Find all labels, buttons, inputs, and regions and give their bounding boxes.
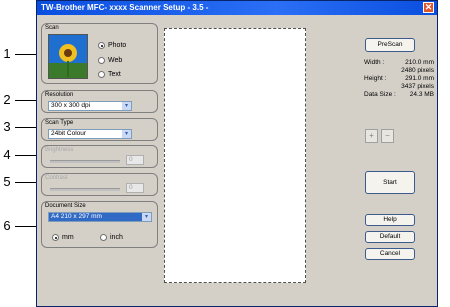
- callout-4: 4: [3, 147, 11, 162]
- document-size-value: A4 210 x 297 mm: [51, 213, 102, 220]
- width-mm: 210.0 mm: [405, 59, 434, 66]
- size-value: 24.3 MB: [409, 91, 434, 98]
- brightness-slider[interactable]: [50, 160, 120, 163]
- brightness-group: Brightness 0: [41, 145, 158, 168]
- callout-3: 3: [3, 119, 11, 134]
- chevron-down-icon: ▾: [142, 213, 151, 221]
- callout-6: 6: [3, 218, 11, 233]
- radio-mm-label: mm: [62, 234, 74, 241]
- scanner-setup-window: TW-Brother MFC- xxxx Scanner Setup - 3.5…: [36, 0, 438, 307]
- radio-text-label: Text: [108, 71, 121, 78]
- height-label: Height :: [364, 75, 387, 82]
- contrast-value[interactable]: 0: [126, 183, 144, 193]
- start-button[interactable]: Start: [365, 171, 415, 194]
- document-size-label: Document Size: [45, 203, 86, 209]
- scan-label: Scan: [45, 25, 59, 31]
- chevron-down-icon: ▾: [122, 130, 131, 138]
- contrast-slider[interactable]: [50, 188, 120, 191]
- preview-area[interactable]: [164, 28, 306, 283]
- radio-photo-label: Photo: [108, 42, 127, 49]
- photo-thumbnail-icon: [48, 34, 88, 79]
- document-size-group: Document Size A4 210 x 297 mm ▾ mm inch: [41, 201, 158, 248]
- chevron-down-icon: ▾: [122, 102, 131, 110]
- window-title: TW-Brother MFC- xxxx Scanner Setup - 3.5…: [41, 3, 209, 12]
- callout-2: 2: [3, 92, 11, 107]
- width-label: Width :: [364, 59, 385, 66]
- zoom-out-icon[interactable]: −: [381, 129, 394, 143]
- title-bar: TW-Brother MFC- xxxx Scanner Setup - 3.5…: [37, 1, 437, 15]
- radio-web[interactable]: Web: [98, 57, 122, 64]
- contrast-group: Contrast 0: [41, 173, 158, 196]
- prescan-button[interactable]: PreScan: [365, 38, 415, 52]
- radio-photo[interactable]: Photo: [98, 42, 126, 49]
- close-button[interactable]: ✕: [423, 2, 434, 13]
- scan-type-label: Scan Type: [45, 120, 74, 126]
- cancel-button[interactable]: Cancel: [365, 248, 415, 260]
- scan-group: Scan Photo Web Text: [41, 23, 158, 84]
- default-button[interactable]: Default: [365, 231, 415, 243]
- scan-type-group: Scan Type 24bit Colour ▾: [41, 118, 158, 141]
- resolution-select[interactable]: 300 x 300 dpi ▾: [48, 101, 132, 111]
- radio-inch[interactable]: inch: [100, 234, 123, 241]
- radio-web-dot: [98, 57, 105, 64]
- width-px: 2480 pixels: [401, 67, 434, 74]
- document-size-select[interactable]: A4 210 x 297 mm ▾: [48, 212, 152, 222]
- width-row: Width : 210.0 mm: [364, 59, 434, 67]
- resolution-label: Resolution: [45, 92, 74, 98]
- height-px: 3437 pixels: [401, 83, 434, 90]
- resolution-value: 300 x 300 dpi: [51, 102, 91, 109]
- callout-5: 5: [3, 174, 11, 189]
- scan-type-value: 24bit Colour: [51, 130, 87, 137]
- radio-text[interactable]: Text: [98, 71, 121, 78]
- zoom-in-icon[interactable]: +: [365, 129, 378, 143]
- radio-web-label: Web: [108, 57, 123, 64]
- radio-inch-dot: [100, 234, 107, 241]
- radio-inch-label: inch: [110, 234, 123, 241]
- radio-text-dot: [98, 71, 105, 78]
- radio-photo-dot: [98, 42, 105, 49]
- callout-1: 1: [3, 46, 11, 61]
- scan-type-select[interactable]: 24bit Colour ▾: [48, 129, 132, 139]
- contrast-label: Contrast: [45, 175, 68, 181]
- height-mm: 291.0 mm: [405, 75, 434, 82]
- brightness-value[interactable]: 0: [126, 155, 144, 165]
- brightness-label: Brightness: [45, 147, 74, 153]
- radio-mm[interactable]: mm: [52, 234, 74, 241]
- help-button[interactable]: Help: [365, 214, 415, 226]
- size-label: Data Size :: [364, 91, 396, 98]
- height-row: Height : 291.0 mm: [364, 75, 434, 83]
- resolution-group: Resolution 300 x 300 dpi ▾: [41, 90, 158, 113]
- radio-mm-dot: [52, 234, 59, 241]
- info-width: Width : 210.0 mm 2480 pixels Height : 29…: [364, 59, 434, 99]
- size-row: Data Size : 24.3 MB: [364, 91, 434, 99]
